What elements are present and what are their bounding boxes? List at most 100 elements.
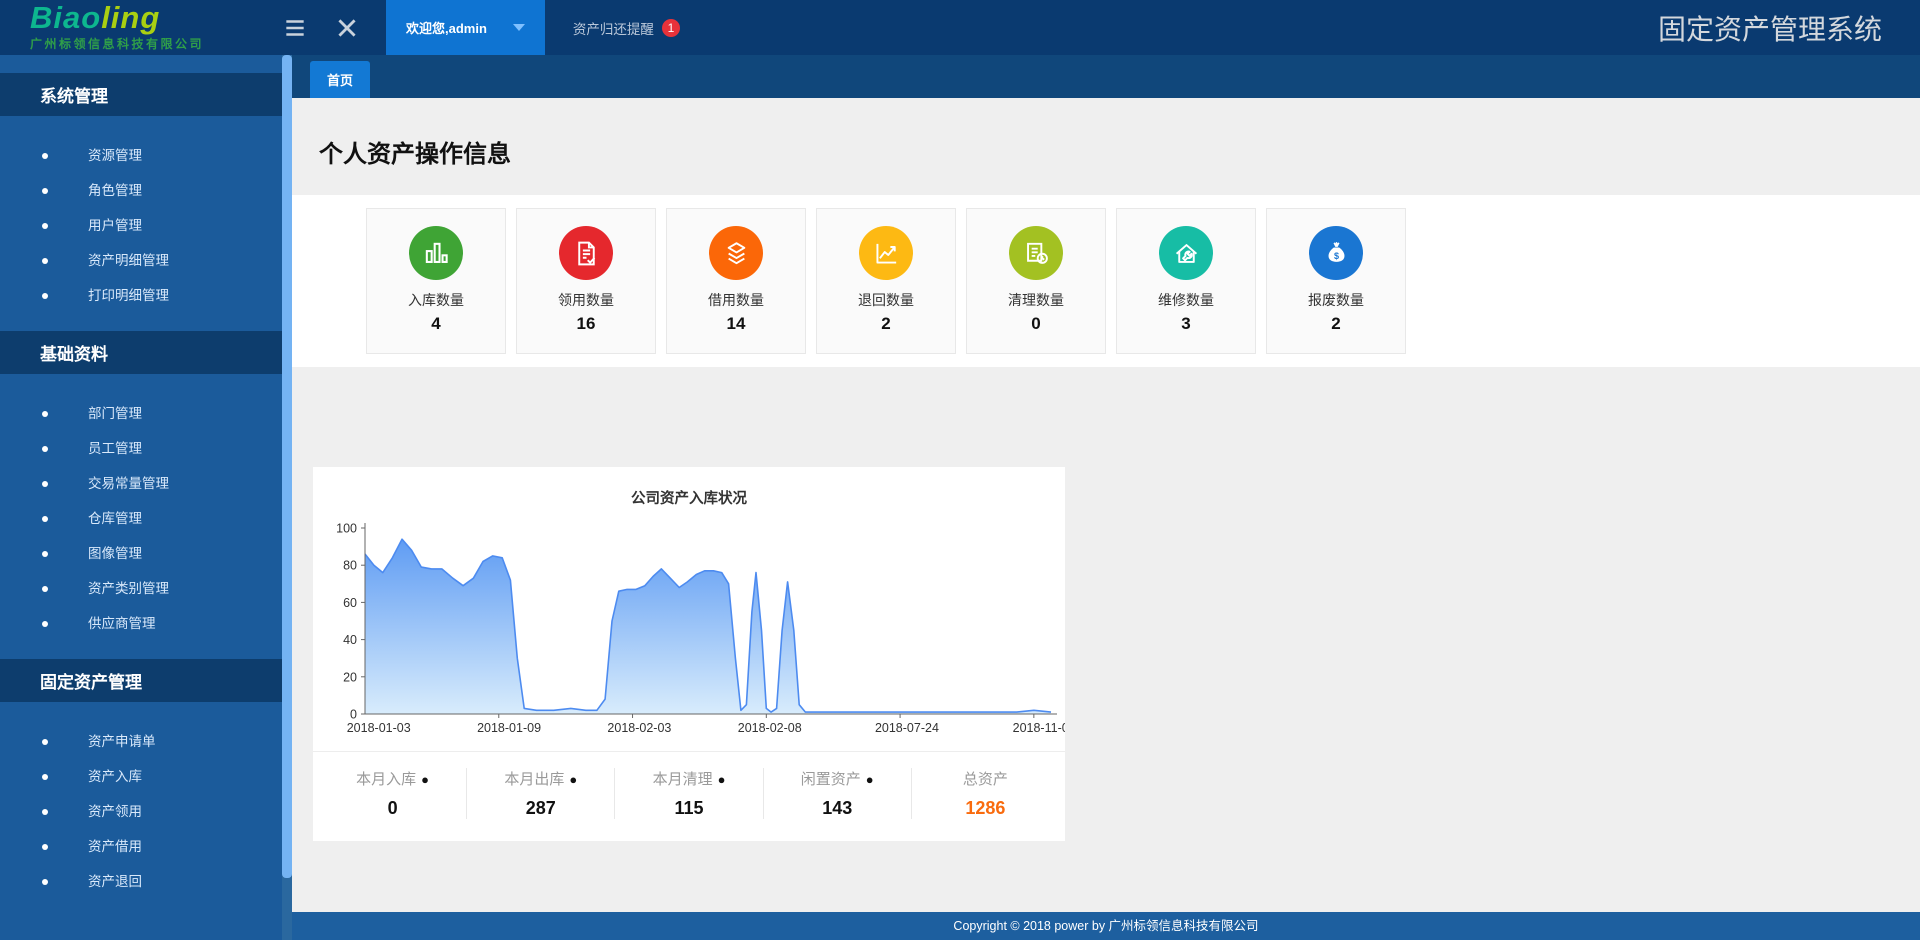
top-bar: Biaoling 广州标领信息科技有限公司 欢迎您,admin 资产归还提醒 1… xyxy=(0,0,1920,55)
content-area: 首页 个人资产操作信息 入库数量 4 领用数量 xyxy=(292,55,1920,940)
summary-label: 本月清理 xyxy=(653,771,713,788)
sidebar-item[interactable]: 部门管理 xyxy=(0,396,282,431)
stat-card-borrow[interactable]: 借用数量 14 xyxy=(666,208,806,354)
sidebar-section: 系统管理资源管理角色管理用户管理资产明细管理打印明细管理 xyxy=(0,73,282,313)
svg-text:80: 80 xyxy=(343,559,357,573)
sidebar-item-list: 资产申请单资产入库资产领用资产借用资产退回 xyxy=(0,724,282,899)
stat-value: 0 xyxy=(967,314,1105,334)
logo-text-part2: ling xyxy=(101,0,160,35)
sidebar-section-title-1[interactable]: 基础资料 xyxy=(0,331,282,374)
sidebar-item-list: 资源管理角色管理用户管理资产明细管理打印明细管理 xyxy=(0,138,282,313)
summary-item-month-clean: 本月清理 ● 115 xyxy=(615,768,763,819)
sidebar-item[interactable]: 角色管理 xyxy=(0,173,282,208)
svg-text:20: 20 xyxy=(343,670,357,684)
sidebar-item[interactable]: 资产明细管理 xyxy=(0,243,282,278)
summary-item-month-in: 本月入库● 0 xyxy=(319,768,467,819)
stat-value: 2 xyxy=(817,314,955,334)
sidebar-item[interactable]: 用户管理 xyxy=(0,208,282,243)
summary-value: 143 xyxy=(764,798,911,819)
sidebar-item[interactable]: 图像管理 xyxy=(0,536,282,571)
sidebar-item[interactable]: 资产类别管理 xyxy=(0,571,282,606)
sidebar-item[interactable]: 资产借用 xyxy=(0,829,282,864)
footer-copyright: Copyright © 2018 power by 广州标领信息科技有限公司 xyxy=(292,912,1920,940)
stat-label: 入库数量 xyxy=(367,290,505,310)
notification-badge: 1 xyxy=(662,19,680,37)
document-clock-icon xyxy=(1009,226,1063,280)
sidebar-item[interactable]: 交易常量管理 xyxy=(0,466,282,501)
svg-text:40: 40 xyxy=(343,633,357,647)
sidebar-item[interactable]: 资产领用 xyxy=(0,794,282,829)
logo-text: Biaoling xyxy=(30,3,282,33)
hamburger-menu-icon[interactable] xyxy=(282,15,308,41)
svg-text:60: 60 xyxy=(343,596,357,610)
summary-item-month-out: 本月出库 ● 287 xyxy=(467,768,615,819)
summary-value: 287 xyxy=(467,798,614,819)
sidebar-item[interactable]: 资产申请单 xyxy=(0,724,282,759)
sidebar-item[interactable]: 供应商管理 xyxy=(0,606,282,641)
sidebar-section: 固定资产管理资产申请单资产入库资产领用资产借用资产退回 xyxy=(0,659,282,899)
svg-text:2018-07-24: 2018-07-24 xyxy=(875,721,939,735)
sidebar-item[interactable]: 员工管理 xyxy=(0,431,282,466)
sidebar-scrollbar-thumb[interactable] xyxy=(282,55,292,878)
bullet-dot: ● xyxy=(718,772,726,787)
bullet-dot: ● xyxy=(866,772,874,787)
summary-value: 115 xyxy=(615,798,762,819)
svg-text:2018-02-03: 2018-02-03 xyxy=(607,721,671,735)
stat-label: 清理数量 xyxy=(967,290,1105,310)
tab-home[interactable]: 首页 xyxy=(310,61,370,98)
reminder-label: 资产归还提醒 xyxy=(573,18,654,38)
close-icon[interactable] xyxy=(334,15,360,41)
sidebar-scrollbar-track[interactable] xyxy=(282,55,292,940)
summary-label: 本月入库 xyxy=(356,771,416,788)
chevron-down-icon xyxy=(513,24,525,31)
svg-text:0: 0 xyxy=(350,708,357,722)
summary-item-total-assets: 总资产 1286 xyxy=(912,768,1059,819)
logo-subtitle: 广州标领信息科技有限公司 xyxy=(30,35,282,52)
asset-inbound-chart-panel: 公司资产入库状况 0204060801002018-01-032018-01-0… xyxy=(313,467,1065,841)
stat-card-return[interactable]: 退回数量 2 xyxy=(816,208,956,354)
stat-card-clean[interactable]: 清理数量 0 xyxy=(966,208,1106,354)
user-menu-button[interactable]: 欢迎您,admin xyxy=(386,0,545,55)
stat-value: 2 xyxy=(1267,314,1405,334)
sidebar-section-title-2[interactable]: 固定资产管理 xyxy=(0,659,282,702)
stat-value: 3 xyxy=(1117,314,1255,334)
layers-icon xyxy=(709,226,763,280)
line-chart-icon xyxy=(859,226,913,280)
sidebar-item[interactable]: 打印明细管理 xyxy=(0,278,282,313)
sidebar-item-list: 部门管理员工管理交易常量管理仓库管理图像管理资产类别管理供应商管理 xyxy=(0,396,282,641)
page-scroll-area[interactable]: 个人资产操作信息 入库数量 4 领用数量 16 xyxy=(292,98,1920,912)
stat-label: 维修数量 xyxy=(1117,290,1255,310)
sidebar-section-title-0[interactable]: 系统管理 xyxy=(0,73,282,116)
summary-label: 总资产 xyxy=(963,771,1008,788)
sidebar-item[interactable]: 资产退回 xyxy=(0,864,282,899)
welcome-label: 欢迎您,admin xyxy=(406,18,487,37)
stat-cards-panel: 入库数量 4 领用数量 16 借用数量 14 xyxy=(292,195,1920,367)
stat-card-scrap[interactable]: $ 报废数量 2 xyxy=(1266,208,1406,354)
stat-label: 退回数量 xyxy=(817,290,955,310)
system-title: 固定资产管理系统 xyxy=(1658,8,1920,48)
page-title: 个人资产操作信息 xyxy=(319,134,1920,169)
asset-return-reminder[interactable]: 资产归还提醒 1 xyxy=(573,18,680,38)
logo[interactable]: Biaoling 广州标领信息科技有限公司 xyxy=(0,3,282,52)
document-check-icon xyxy=(559,226,613,280)
sidebar-item[interactable]: 资源管理 xyxy=(0,138,282,173)
summary-label: 本月出库 xyxy=(504,771,564,788)
stat-card-inbound[interactable]: 入库数量 4 xyxy=(366,208,506,354)
sidebar-item[interactable]: 资产入库 xyxy=(0,759,282,794)
summary-row: 本月入库● 0 本月出库 ● 287 本月清理 ● 115 闲置资产 ● 143 总资… xyxy=(313,752,1065,841)
home-wrench-icon xyxy=(1159,226,1213,280)
tab-bar: 首页 xyxy=(292,55,1920,98)
svg-text:$: $ xyxy=(1333,250,1338,260)
svg-text:2018-01-09: 2018-01-09 xyxy=(477,721,541,735)
chart-title: 公司资产入库状况 xyxy=(313,487,1065,508)
sidebar-item[interactable]: 仓库管理 xyxy=(0,501,282,536)
stat-card-repair[interactable]: 维修数量 3 xyxy=(1116,208,1256,354)
stat-value: 16 xyxy=(517,314,655,334)
stat-value: 4 xyxy=(367,314,505,334)
stat-card-requisition[interactable]: 领用数量 16 xyxy=(516,208,656,354)
sidebar-section: 基础资料部门管理员工管理交易常量管理仓库管理图像管理资产类别管理供应商管理 xyxy=(0,331,282,641)
area-chart: 0204060801002018-01-032018-01-092018-02-… xyxy=(313,516,1065,741)
bar-chart-icon xyxy=(409,226,463,280)
summary-label: 闲置资产 xyxy=(801,771,861,788)
bullet-dot: ● xyxy=(569,772,577,787)
